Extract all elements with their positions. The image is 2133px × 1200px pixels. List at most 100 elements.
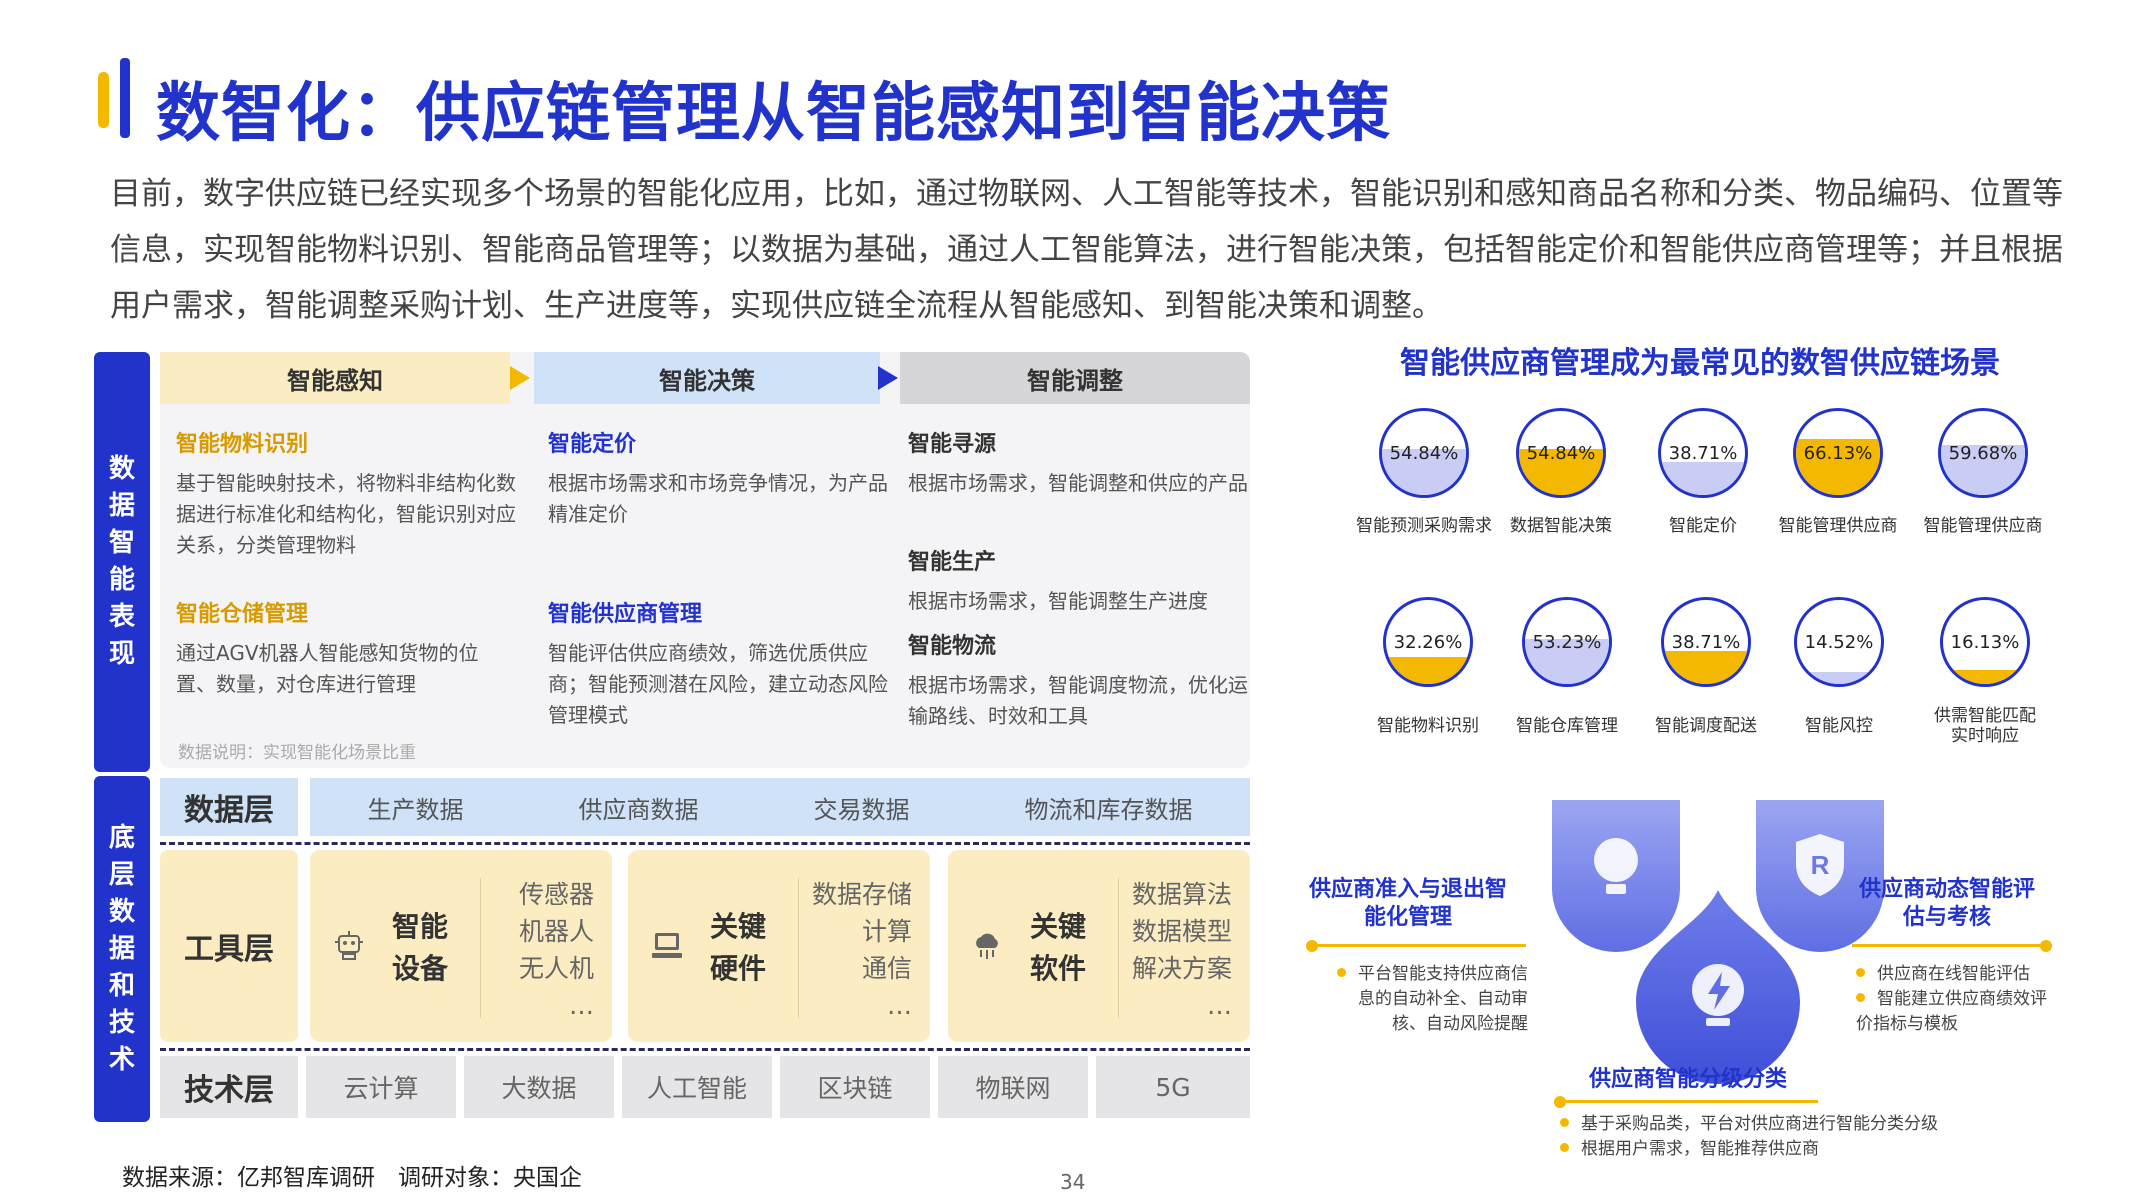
item-title: 智能供应商管理	[548, 602, 703, 627]
tool-list-item: 数据算法	[1131, 880, 1232, 909]
page-number: 34	[1060, 1170, 1086, 1194]
gauge-value: 53.23%	[1532, 631, 1602, 653]
bullet-item: 供应商在线智能评估	[1856, 962, 2056, 987]
tool-list-item: …	[1207, 991, 1232, 1020]
item-title: 智能仓储管理	[176, 602, 309, 627]
tool-name-line: 关键	[710, 910, 767, 943]
tool-list-item: …	[569, 991, 594, 1020]
header-perception: 智能感知	[160, 352, 510, 404]
bullet-text: 智能建立供应商绩效评价指标与模板	[1856, 989, 2047, 1034]
gauge-2: 38.71%	[1658, 408, 1748, 498]
tool-name-line: 智能	[392, 910, 449, 943]
right-chart-title: 智能供应商管理成为最常见的数智供应链场景	[1400, 346, 2000, 381]
data-layer-item: 生产数据	[367, 795, 464, 824]
title-accent-yellow	[98, 72, 109, 128]
cloud-icon	[976, 933, 998, 959]
item-sourcing: 智能寻源 根据市场需求，智能调整和供应的产品	[908, 426, 1248, 499]
bullet-dot-icon	[1856, 993, 1865, 1002]
tech-item: 物联网	[938, 1056, 1088, 1118]
data-layer-item: 物流和库存数据	[1024, 795, 1193, 824]
tool-list-item: 数据存储	[811, 880, 912, 909]
tool-name: 智能 设备	[392, 906, 448, 990]
page-title: 数智化：供应链管理从智能感知到智能决策	[156, 77, 1391, 151]
data-note: 数据说明：实现智能化场景比重	[178, 743, 416, 763]
item-desc: 根据市场需求，智能调度物流，优化运输路线、时效和工具	[908, 673, 1248, 728]
data-layer-items: 生产数据 供应商数据 交易数据 物流和库存数据	[310, 778, 1250, 836]
side-label-top: 数据智能表现	[94, 352, 150, 772]
tech-item: 人工智能	[622, 1056, 772, 1118]
gauge-label: 供需智能匹配实时响应	[1934, 706, 2036, 746]
gauge-label: 智能调度配送	[1655, 716, 1757, 736]
item-warehouse-management: 智能仓储管理 通过AGV机器人智能感知货物的位置、数量，对仓库进行管理	[176, 596, 516, 700]
gauge-value: 32.26%	[1393, 631, 1463, 653]
tool-card-software: 关键 软件 数据算法 数据模型 解决方案 …	[948, 850, 1250, 1042]
item-logistics: 智能物流 根据市场需求，智能调度物流，优化运输路线、时效和工具	[908, 628, 1248, 732]
tool-list-item: 机器人	[518, 917, 594, 946]
bullet-text: 根据用户需求，智能推荐供应商	[1581, 1139, 1819, 1159]
bullet-item: 基于采购品类，平台对供应商进行智能分类分级	[1560, 1112, 1960, 1137]
block-bullets: 基于采购品类，平台对供应商进行智能分类分级 根据用户需求，智能推荐供应商	[1560, 1112, 1960, 1162]
intro-paragraph: 目前，数字供应链已经实现多个场景的智能化应用，比如，通过物联网、人工智能等技术，…	[110, 176, 2063, 324]
divider-dashed	[160, 842, 1250, 845]
gauge-label: 智能风控	[1805, 716, 1873, 736]
tool-list-item: 计算	[861, 917, 912, 946]
bullet-dot-icon	[1560, 1143, 1569, 1152]
item-title: 智能生产	[908, 550, 997, 575]
item-supplier-management: 智能供应商管理 智能评估供应商绩效，筛选优质供应商；智能预测潜在风险，建立动态风…	[548, 596, 888, 731]
data-layer-item: 供应商数据	[578, 795, 699, 824]
gauge-value: 54.84%	[1389, 442, 1459, 464]
gauge-value: 66.13%	[1803, 442, 1873, 464]
bullet-dot-icon	[1560, 1118, 1569, 1127]
tool-list-item: 通信	[861, 954, 912, 983]
gauge-value: 54.84%	[1526, 442, 1596, 464]
gauge-value: 38.71%	[1671, 631, 1741, 653]
item-desc: 智能评估供应商绩效，筛选优质供应商；智能预测潜在风险，建立动态风险管理模式	[548, 641, 888, 727]
item-desc: 根据市场需求，智能调整和供应的产品	[908, 471, 1248, 495]
side-label-bottom-text: 底层数据和技术	[108, 822, 135, 1075]
item-production: 智能生产 根据市场需求，智能调整生产进度	[908, 544, 1248, 617]
bullet-text: 基于采购品类，平台对供应商进行智能分类分级	[1581, 1114, 1938, 1134]
gauge-label: 智能仓库管理	[1516, 716, 1618, 736]
gauge-label: 智能物料识别	[1377, 716, 1479, 736]
gauge-3: 66.13%	[1793, 408, 1883, 498]
gauge-label: 智能管理供应商	[1778, 516, 1898, 536]
item-pricing: 智能定价 根据市场需求和市场竞争情况，为产品精准定价	[548, 426, 888, 530]
tech-item: 大数据	[464, 1056, 614, 1118]
gauge-6: 53.23%	[1522, 597, 1612, 687]
item-title: 智能定价	[548, 432, 637, 457]
block-bullets: 供应商在线智能评估 智能建立供应商绩效评价指标与模板	[1856, 962, 2056, 1037]
gauge-0: 54.84%	[1379, 408, 1469, 498]
tool-list: 传感器 机器人 无人机 …	[519, 876, 594, 1024]
block-title-evaluation: 供应商动态智能评估与考核	[1858, 877, 2035, 930]
tool-list-item: 无人机	[518, 954, 594, 983]
header-decision: 智能决策	[534, 352, 880, 404]
tool-layer-label: 工具层	[160, 850, 298, 1042]
underline	[1560, 1100, 1818, 1103]
gauge-4: 59.68%	[1938, 408, 2028, 498]
data-layer-item: 交易数据	[813, 795, 910, 824]
item-title: 智能寻源	[908, 432, 997, 457]
gauge-8: 14.52%	[1794, 597, 1884, 687]
item-desc: 根据市场需求，智能调整生产进度	[908, 589, 1208, 613]
bullet-dot-icon	[1337, 968, 1346, 977]
gauge-value: 38.71%	[1668, 442, 1738, 464]
item-desc: 基于智能映射技术，将物料非结构化数据进行标准化和结构化，智能识别对应关系，分类管…	[176, 471, 516, 557]
block-title-admission: 供应商准入与退出智能化管理	[1308, 877, 1507, 930]
tool-list: 数据存储 计算 通信 …	[812, 876, 912, 1024]
header-adjustment: 智能调整	[900, 352, 1250, 404]
gauge-label: 智能预测采购需求	[1356, 516, 1492, 536]
title-accent-blue	[120, 58, 130, 138]
tool-name-line: 关键	[1030, 910, 1087, 943]
side-label-top-text: 数据智能表现	[108, 454, 135, 669]
bullet-item: 根据用户需求，智能推荐供应商	[1560, 1137, 1960, 1162]
gauge-label: 数据智能决策	[1510, 516, 1612, 536]
block-bullet: 平台智能支持供应商信息的自动补全、自动审核、自动风险提醒	[1332, 962, 1528, 1037]
tool-list: 数据算法 数据模型 解决方案 …	[1132, 876, 1232, 1024]
arrow-right-icon	[878, 366, 898, 390]
underline	[1312, 944, 1526, 947]
tool-card-devices: 智能 设备 传感器 机器人 无人机 …	[310, 850, 612, 1042]
tool-separator	[480, 878, 481, 1018]
block-title-classification: 供应商智能分级分类	[1588, 1067, 1787, 1092]
gauge-7: 38.71%	[1661, 597, 1751, 687]
robot-icon	[335, 931, 363, 960]
